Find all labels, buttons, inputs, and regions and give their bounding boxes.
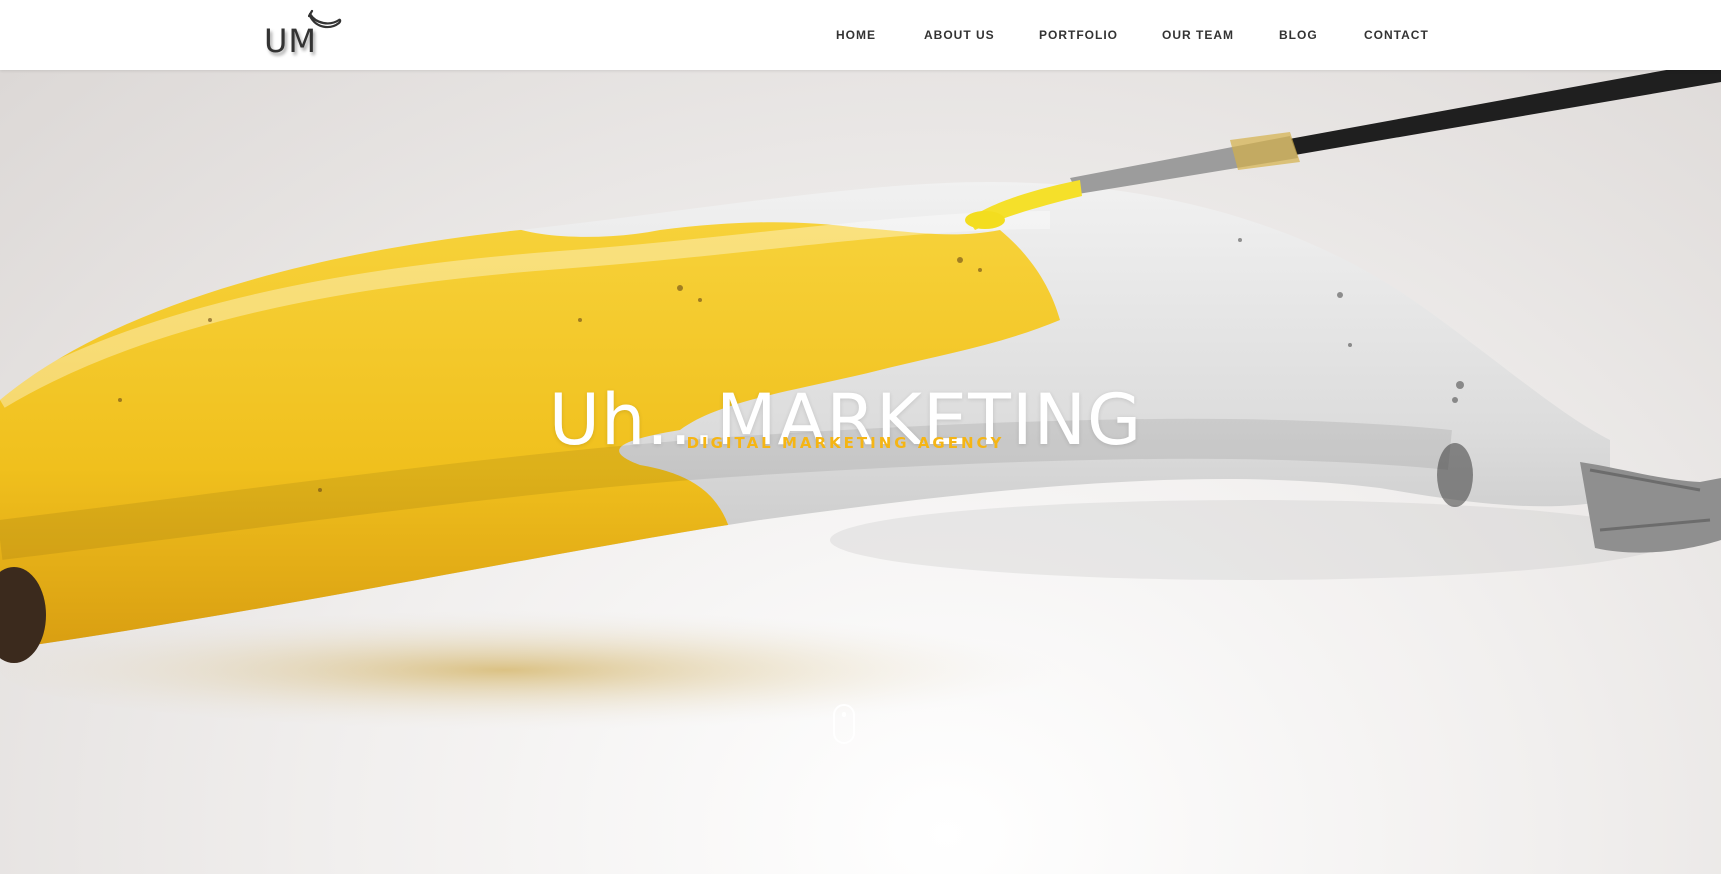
- nav-item-about-us[interactable]: ABOUT US: [924, 28, 995, 42]
- hero-subtitle: DIGITAL MARKETING AGENCY: [686, 434, 1005, 452]
- site-header: UM HOME ABOUT US PORTFOLIO OUR TEAM BLOG…: [0, 0, 1721, 70]
- hero-section: Uh...MARKETING DIGITAL MARKETING AGENCY: [0, 70, 1721, 874]
- nav-item-home[interactable]: HOME: [836, 28, 876, 42]
- mouse-scroll-icon[interactable]: [833, 704, 855, 744]
- hero-banana-image: [0, 70, 1721, 730]
- nav-item-our-team[interactable]: OUR TEAM: [1162, 28, 1234, 42]
- scroll-wheel: [842, 712, 846, 717]
- banana-icon: [308, 9, 342, 29]
- site-logo[interactable]: UM: [262, 8, 342, 60]
- nav-item-blog[interactable]: BLOG: [1279, 28, 1318, 42]
- nav-item-portfolio[interactable]: PORTFOLIO: [1039, 28, 1118, 42]
- nav-item-contact[interactable]: CONTACT: [1364, 28, 1429, 42]
